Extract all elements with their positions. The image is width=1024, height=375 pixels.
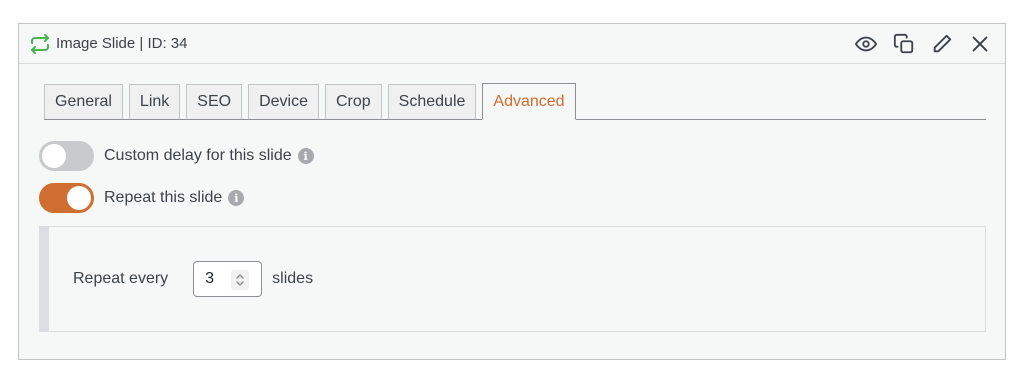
edit-button[interactable] [927,29,957,59]
chevron-up-icon[interactable] [235,273,245,280]
toggle-knob [42,144,66,168]
tab-seo[interactable]: SEO [186,84,243,119]
custom-delay-row: Custom delay for this slide i [39,140,985,172]
close-button[interactable] [965,29,995,59]
repeat-every-label: Repeat every [73,270,169,287]
custom-delay-toggle[interactable] [39,141,94,171]
tab-device[interactable]: Device [248,84,319,119]
tab-schedule[interactable]: Schedule [387,84,477,119]
repeat-slide-label: Repeat this slide [104,189,223,206]
chevron-down-icon[interactable] [235,280,245,287]
repeat-slide-toggle[interactable] [39,183,94,213]
tab-crop[interactable]: Crop [324,84,382,119]
custom-delay-label: Custom delay for this slide [104,147,292,164]
repeat-count-input[interactable]: 3 [193,261,263,297]
preview-button[interactable] [851,29,881,59]
number-stepper[interactable] [231,270,250,290]
slides-unit-label: slides [272,270,314,287]
repeat-arrows-icon [28,32,52,56]
panel-body: General Link SEO Device Crop Schedule Ad… [19,64,1005,332]
panel-header: Image Slide | ID: 34 [19,24,1005,64]
tab-general[interactable]: General [44,84,123,119]
slide-settings-panel: Image Slide | ID: 34 General Link SEO De… [18,23,1006,360]
info-icon[interactable]: i [228,190,245,206]
repeat-slide-row: Repeat this slide i [39,182,985,214]
tab-advanced[interactable]: Advanced [482,83,576,120]
duplicate-button[interactable] [889,29,919,59]
close-icon [972,36,988,51]
header-actions [851,29,995,59]
info-icon[interactable]: i [297,148,314,164]
copy-icon [893,33,914,53]
tab-bar: General Link SEO Device Crop Schedule Ad… [44,83,986,120]
repeat-count-value: 3 [205,270,215,287]
repeat-options-panel: Repeat every 3 slides [39,226,986,332]
eye-icon [855,36,877,51]
tab-link[interactable]: Link [128,84,181,119]
pencil-icon [933,34,952,52]
toggle-knob [67,186,91,210]
panel-title: Image Slide | ID: 34 [56,35,188,52]
